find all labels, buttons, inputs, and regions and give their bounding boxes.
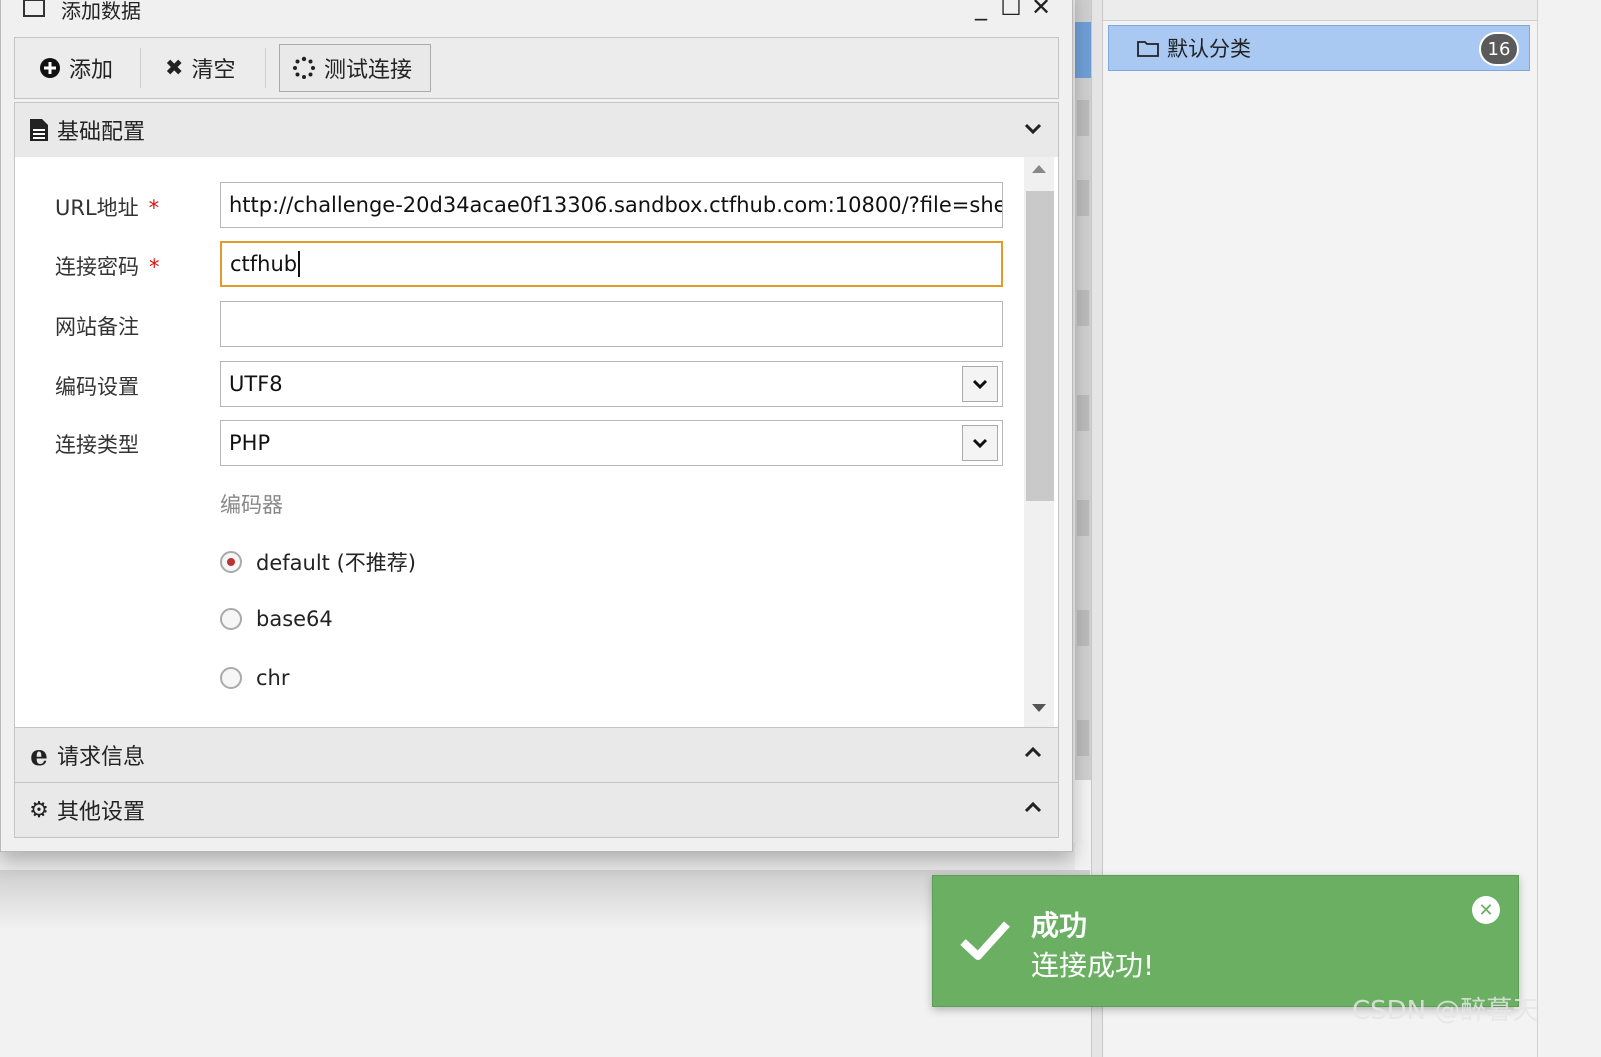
panel-title-basic: 基础配置 [57,120,146,145]
url-label: URL地址 * [55,192,159,222]
category-label: 默认分类 [1167,37,1251,61]
add-data-dialog: 添加数据 _ ☐ ✕ 添加 ✖ 清空 测试连接 基础配置 URL地址 * htt… [0,0,1073,852]
add-button[interactable]: 添加 [39,44,113,92]
watermark: CSDN @醉暮天 [1352,996,1539,1026]
category-toolbar [1103,0,1537,21]
add-button-label: 添加 [69,58,114,83]
toast-message: 连接成功! [1031,949,1155,982]
row-edge [1077,610,1089,646]
encoding-dropdown-button[interactable] [962,366,998,402]
dialog-shadow [0,870,1090,930]
type-dropdown-button[interactable] [962,425,998,461]
row-edge [1077,500,1089,536]
encoder-label: 编码器 [220,493,283,517]
note-field[interactable] [220,301,1003,347]
password-value: ctfhub [230,252,298,276]
encoding-value: UTF8 [229,372,283,396]
row-edge [1077,100,1089,136]
chevron-down-icon [972,438,988,449]
url-field[interactable]: http://challenge-20d34acae0f13306.sandbo… [220,182,1003,228]
required-mark: * [148,196,160,220]
radio-button[interactable] [220,608,242,630]
url-value: http://challenge-20d34acae0f13306.sandbo… [229,193,1003,217]
row-edge [1077,720,1089,756]
text-caret [298,251,301,277]
chevron-down-icon [1024,123,1042,135]
type-label: 连接类型 [55,433,139,457]
close-button[interactable]: ✕ [1028,0,1054,21]
test-connection-button[interactable]: 测试连接 [279,44,431,92]
background-list-strip [1075,0,1091,780]
row-edge [1077,180,1089,216]
form-scrollbar[interactable] [1024,157,1054,727]
success-toast: 成功 连接成功! ✕ [932,875,1519,1007]
toast-title: 成功 [1031,909,1088,942]
encoder-option-label: base64 [256,607,333,631]
password-field[interactable]: ctfhub [220,241,1003,287]
chevron-up-icon [1024,746,1042,758]
type-select[interactable]: PHP [220,420,1003,466]
dialog-title: 添加数据 [61,0,141,23]
test-connection-label: 测试连接 [324,58,413,83]
encoder-option-chr[interactable]: chr [220,666,290,690]
encoder-option-label: default (不推荐) [256,551,416,575]
plus-circle-icon [40,58,60,78]
toolbar-separator [265,48,266,88]
dialog-titlebar[interactable]: 添加数据 _ ☐ ✕ [1,0,1072,33]
encoder-option-base64[interactable]: base64 [220,607,333,631]
dialog-toolbar: 添加 ✖ 清空 测试连接 [14,37,1059,99]
scrollbar-thumb[interactable] [1026,191,1054,501]
gears-icon: ⚙ [29,797,49,823]
selected-row-edge [1075,22,1091,78]
encoding-label: 编码设置 [55,375,139,399]
required-mark: * [149,255,160,279]
panel-title-request: 请求信息 [57,745,146,770]
document-icon [27,118,51,142]
category-item-default[interactable]: 默认分类 16 [1108,25,1530,71]
password-label-text: 连接密码 [55,255,139,279]
clear-button-label: 清空 [191,58,236,83]
encoder-option-default[interactable]: default (不推荐) [220,547,416,577]
toast-close-icon[interactable]: ✕ [1472,896,1500,924]
toolbar-separator [140,48,141,88]
basic-config-form: URL地址 * http://challenge-20d34acae0f13306… [14,157,1059,727]
note-label: 网站备注 [55,315,139,339]
url-label-text: URL地址 [55,196,139,220]
row-edge [1077,395,1089,431]
minimize-button[interactable]: _ [968,0,994,21]
checkmark-icon [960,921,1010,960]
encoder-option-label: chr [256,666,290,690]
encoding-select[interactable]: UTF8 [220,361,1003,407]
folder-icon [1137,41,1159,57]
category-count-badge: 16 [1479,32,1519,66]
radio-button[interactable] [220,551,242,573]
maximize-button[interactable]: ☐ [998,0,1024,21]
scroll-down-arrow-icon[interactable] [1032,704,1046,712]
row-edge [1077,290,1089,326]
close-icon: ✖ [165,55,184,81]
panel-header-other[interactable]: ⚙ 其他设置 [14,782,1059,838]
panel-header-request[interactable]: e 请求信息 [14,727,1059,783]
edge-browser-icon: e [30,738,48,772]
radio-button[interactable] [220,667,242,689]
radio-dot [227,558,235,566]
panel-title-other: 其他设置 [57,800,146,825]
window-icon [23,0,45,17]
spinner-icon [293,56,315,79]
panel-header-basic[interactable]: 基础配置 [14,102,1059,158]
clear-button[interactable]: ✖ 清空 [165,44,235,92]
chevron-up-icon [1024,801,1042,813]
password-label: 连接密码 * [55,251,160,281]
scroll-up-arrow-icon[interactable] [1032,165,1046,173]
chevron-down-icon [972,379,988,390]
type-value: PHP [229,431,271,455]
